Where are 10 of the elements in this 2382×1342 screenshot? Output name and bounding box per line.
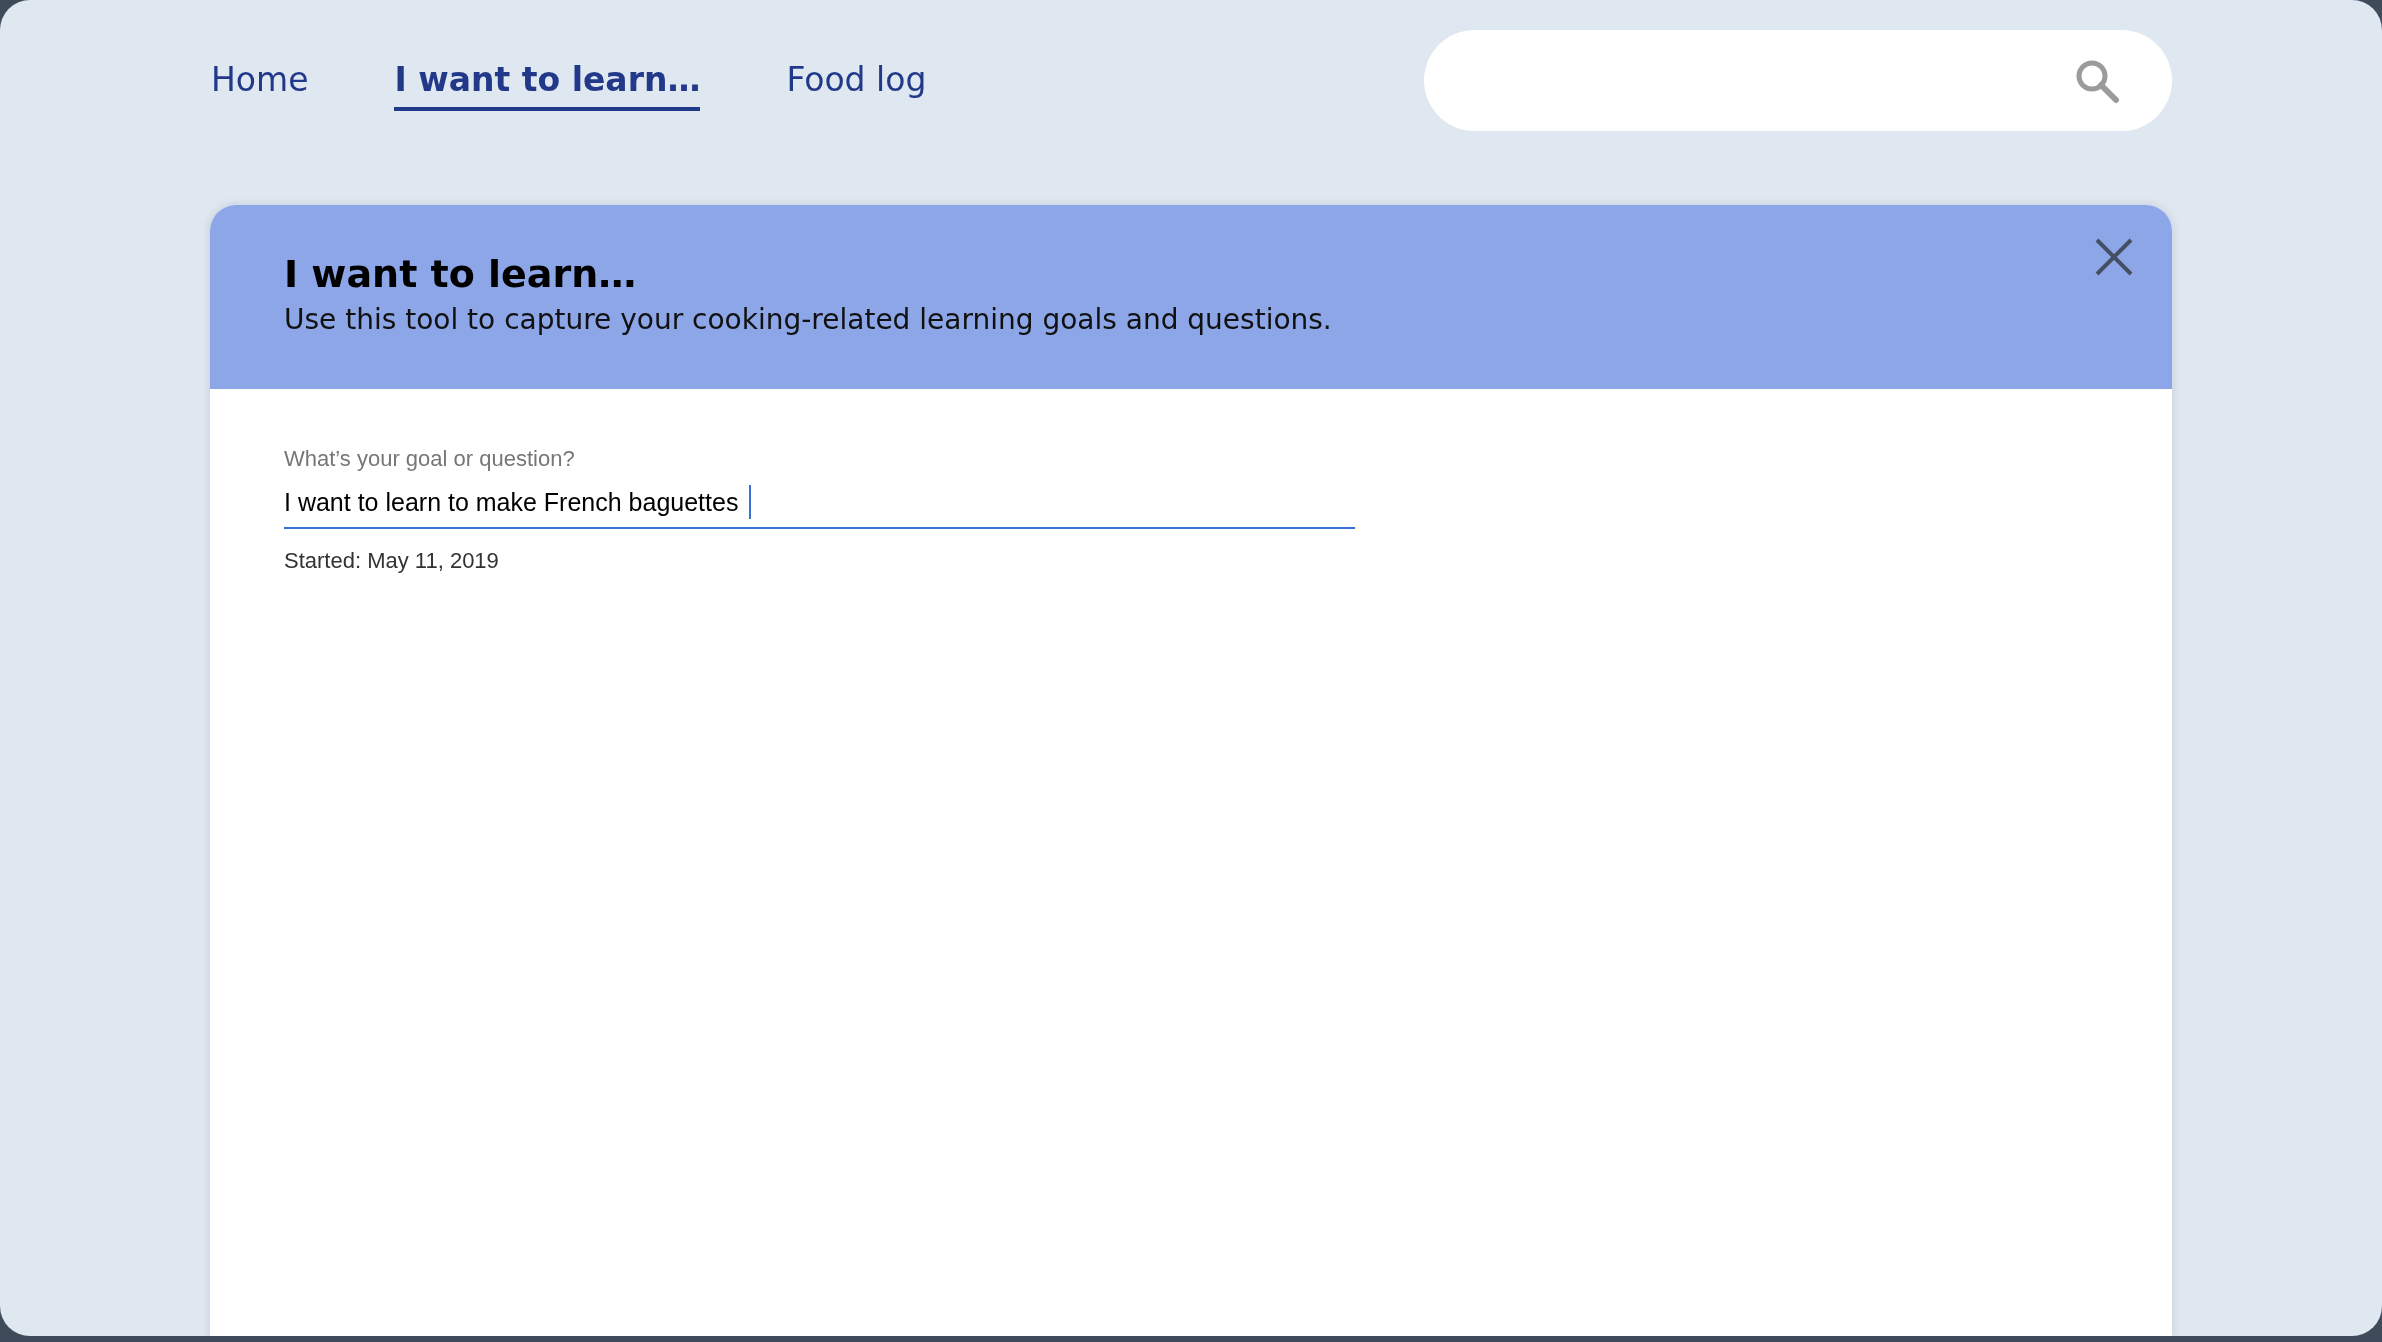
close-button[interactable] bbox=[2095, 238, 2133, 276]
nav-tab[interactable]: I want to learn… bbox=[394, 54, 701, 111]
nav-tab[interactable]: Food log bbox=[786, 54, 927, 111]
panel-title: I want to learn… bbox=[284, 251, 638, 298]
started-date: Started: May 11, 2019 bbox=[284, 547, 499, 575]
close-icon bbox=[2095, 238, 2133, 276]
field-label: What’s your goal or question? bbox=[284, 445, 575, 473]
goal-input[interactable]: I want to learn to make French baguettes bbox=[284, 477, 1355, 529]
panel-subtitle: Use this tool to capture your cooking-related learning goals and questions. bbox=[284, 302, 1332, 338]
nav-tab[interactable]: Home bbox=[211, 54, 309, 111]
